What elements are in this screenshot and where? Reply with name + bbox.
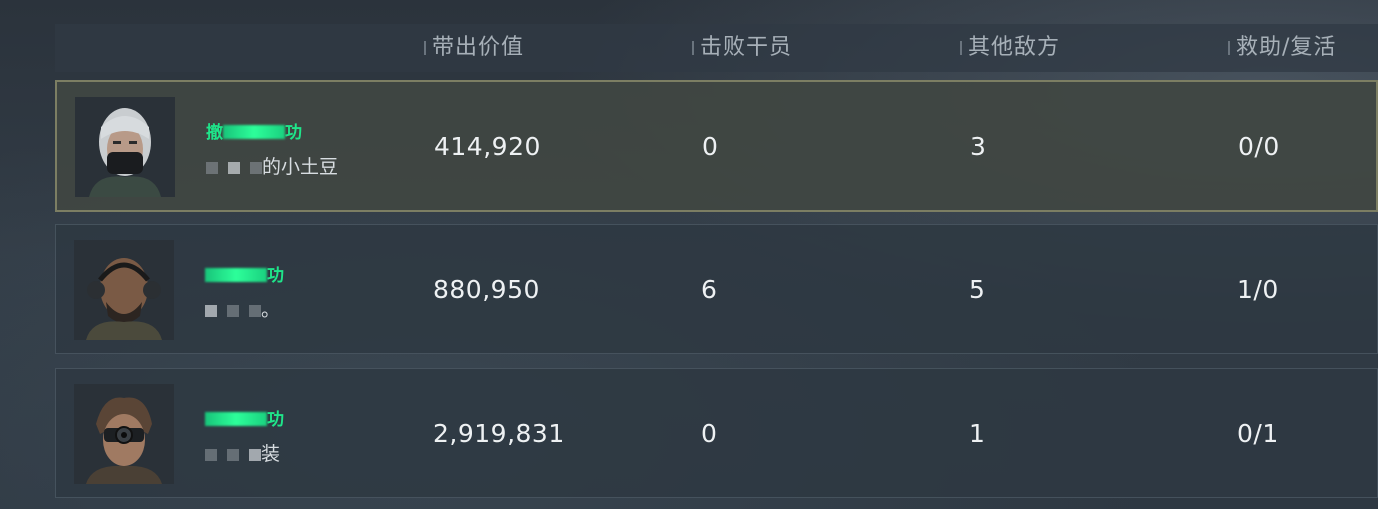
player-row[interactable]: 功 装 2,919,831 0 1 0/1: [55, 368, 1378, 498]
player-row[interactable]: 功 。 880,950 6 5 1/0: [55, 224, 1378, 354]
header-rescue-revive: 救助/复活: [1227, 24, 1336, 72]
player-name-suffix: 功: [285, 123, 302, 143]
header-other-enemies: 其他敌方: [959, 24, 1060, 72]
other-enemies: 1: [969, 418, 986, 448]
extraction-value: 880,950: [433, 274, 540, 304]
operators-defeated: 6: [701, 274, 718, 304]
censor-pixel: [205, 304, 217, 317]
player-subtitle: 装: [205, 439, 280, 466]
operator-portrait-icon: [75, 97, 175, 197]
rescue-revive: 1/0: [1237, 274, 1279, 304]
censor-pixel: [205, 448, 217, 461]
player-name: 撤功: [206, 118, 302, 143]
censored-name-block: [223, 125, 285, 139]
scoreboard-header: 带出价值 击败干员 其他敌方 救助/复活: [55, 24, 1378, 72]
player-name: 功: [205, 405, 284, 430]
censor-pixel: [228, 161, 240, 174]
censor-pixel: [249, 448, 261, 461]
rescue-revive: 0/1: [1237, 418, 1279, 448]
player-name: 功: [205, 261, 284, 286]
operator-portrait-icon: [74, 384, 174, 484]
rescue-revive: 0/0: [1238, 131, 1280, 161]
operator-avatar: [74, 240, 174, 340]
other-enemies: 5: [969, 274, 986, 304]
censor-pixel: [227, 448, 239, 461]
censored-name-block: [205, 412, 267, 426]
censor-pixel: [206, 161, 218, 174]
censor-pixel: [249, 304, 261, 317]
player-subtitle-text: 装: [261, 443, 281, 465]
operator-avatar: [74, 384, 174, 484]
player-name-prefix: 撤: [206, 123, 223, 143]
censor-pixel: [227, 304, 239, 317]
player-row[interactable]: 撤功 的小土豆 414,920 0 3 0/0: [55, 80, 1378, 212]
player-name-suffix: 功: [267, 410, 284, 430]
censored-name-block: [205, 268, 267, 282]
header-operators-defeated: 击败干员: [691, 24, 792, 72]
operator-portrait-icon: [74, 240, 174, 340]
operator-avatar: [75, 97, 175, 197]
operators-defeated: 0: [701, 418, 718, 448]
header-extraction-value: 带出价值: [423, 24, 524, 72]
extraction-value: 414,920: [434, 131, 541, 161]
other-enemies: 3: [970, 131, 987, 161]
scoreboard: 带出价值 击败干员 其他敌方 救助/复活 撤功 的小土豆 414,920 0 3…: [55, 24, 1378, 498]
extraction-value: 2,919,831: [433, 418, 565, 448]
player-name-suffix: 功: [267, 266, 284, 286]
player-subtitle-text: 。: [261, 299, 281, 321]
player-subtitle: 的小土豆: [206, 152, 338, 179]
censor-pixel: [250, 161, 262, 174]
operators-defeated: 0: [702, 131, 719, 161]
player-subtitle-text: 的小土豆: [262, 156, 339, 178]
player-subtitle: 。: [205, 295, 280, 322]
